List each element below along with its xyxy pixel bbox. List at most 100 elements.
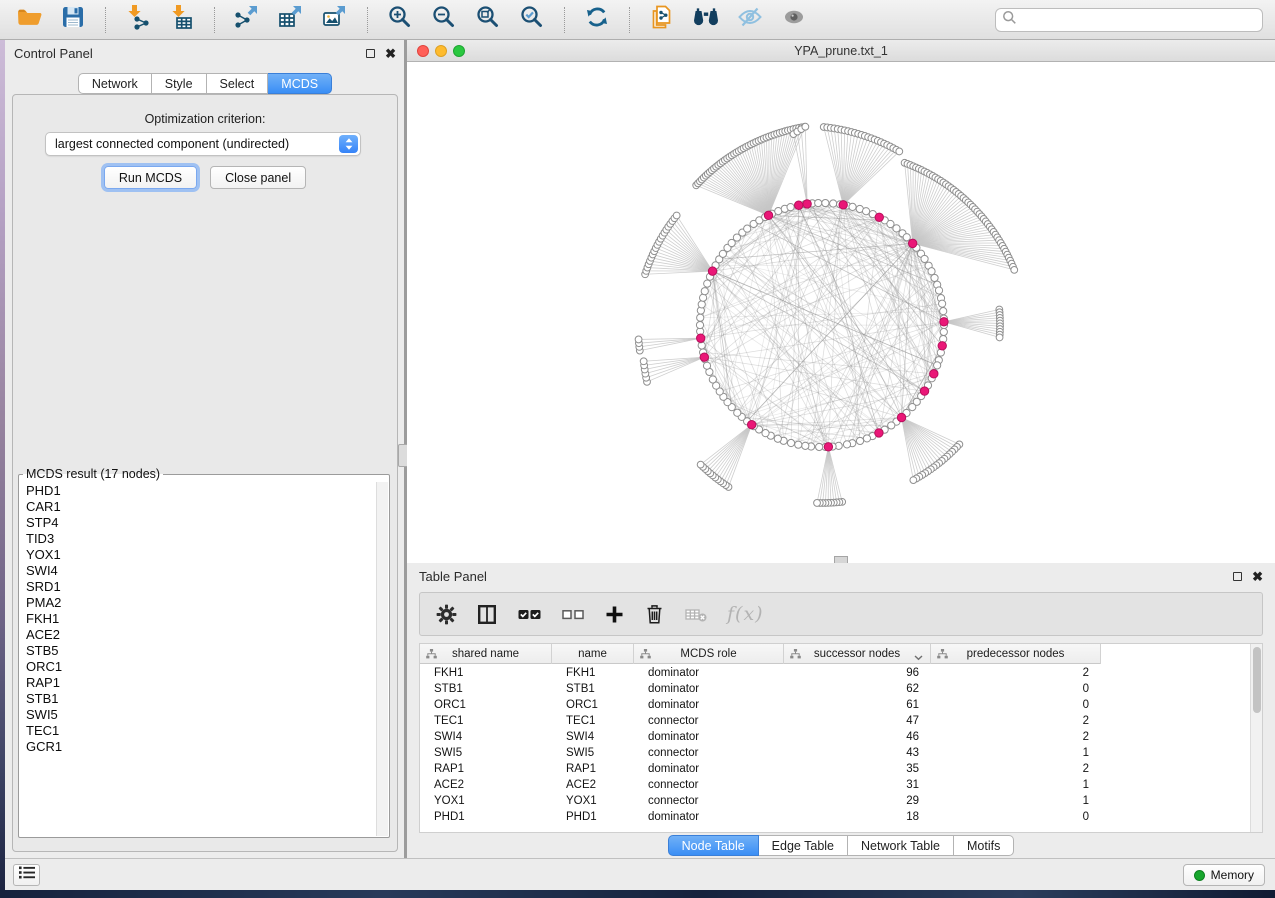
column-header-predecessor-nodes[interactable]: predecessor nodes xyxy=(931,644,1101,664)
refresh-button[interactable] xyxy=(580,4,614,36)
table-settings-button[interactable] xyxy=(436,604,457,625)
table-row[interactable]: FKH1FKH1dominator962 xyxy=(420,665,1250,681)
network-node[interactable] xyxy=(935,287,942,294)
network-node[interactable] xyxy=(703,362,710,369)
mcds-result-item[interactable]: FKH1 xyxy=(20,611,376,627)
mcds-result-item[interactable]: STP4 xyxy=(20,515,376,531)
network-node-dominator[interactable] xyxy=(747,420,755,428)
network-node-dominator[interactable] xyxy=(708,267,716,275)
network-node[interactable] xyxy=(909,403,916,410)
float-panel-icon[interactable] xyxy=(1233,572,1242,581)
search-input[interactable] xyxy=(1021,13,1256,27)
mcds-result-item[interactable]: ACE2 xyxy=(20,627,376,643)
mcds-result-item[interactable]: RAP1 xyxy=(20,675,376,691)
network-node[interactable] xyxy=(696,321,703,328)
column-header-MCDS-role[interactable]: MCDS role xyxy=(634,644,784,664)
network-node[interactable] xyxy=(762,430,769,437)
network-node-dominator[interactable] xyxy=(875,429,883,437)
mcds-result-item[interactable]: CAR1 xyxy=(20,499,376,515)
network-node[interactable] xyxy=(939,300,946,307)
zoom-in-button[interactable] xyxy=(383,4,417,36)
open-button[interactable] xyxy=(12,4,46,36)
table-row[interactable]: PHD1PHD1dominator180 xyxy=(420,809,1250,825)
network-node[interactable] xyxy=(822,199,829,206)
import-network-button[interactable] xyxy=(121,4,155,36)
table-row[interactable]: RAP1RAP1dominator352 xyxy=(420,761,1250,777)
zoom-fit-button[interactable] xyxy=(471,4,505,36)
network-node-dominator[interactable] xyxy=(795,201,803,209)
close-window-icon[interactable] xyxy=(417,45,429,57)
network-canvas[interactable] xyxy=(407,62,1275,563)
network-node[interactable] xyxy=(896,148,903,155)
table-row[interactable]: ORC1ORC1dominator610 xyxy=(420,697,1250,713)
column-header-name[interactable]: name xyxy=(552,644,634,664)
network-node[interactable] xyxy=(849,203,856,210)
network-node[interactable] xyxy=(940,308,947,315)
task-history-button[interactable] xyxy=(13,864,40,886)
tab-network[interactable]: Network xyxy=(78,73,152,94)
network-node[interactable] xyxy=(697,461,704,468)
network-node-dominator[interactable] xyxy=(940,318,948,326)
delete-column-button[interactable] xyxy=(644,604,665,625)
mcds-result-item[interactable]: TEC1 xyxy=(20,723,376,739)
maximize-window-icon[interactable] xyxy=(453,45,465,57)
network-node[interactable] xyxy=(814,500,821,507)
network-node[interactable] xyxy=(787,204,794,211)
function-builder-button[interactable]: f(x) xyxy=(727,603,764,625)
network-node[interactable] xyxy=(893,225,900,232)
mcds-list-scrollbar[interactable] xyxy=(376,482,388,836)
mcds-result-item[interactable]: SRD1 xyxy=(20,579,376,595)
mcds-result-item[interactable]: TID3 xyxy=(20,531,376,547)
add-column-button[interactable] xyxy=(604,604,625,625)
network-graph[interactable] xyxy=(407,62,1275,563)
mcds-result-item[interactable]: PHD1 xyxy=(20,483,376,499)
export-image-button[interactable] xyxy=(318,4,352,36)
network-node-dominator[interactable] xyxy=(824,443,832,451)
tab-network-table[interactable]: Network Table xyxy=(848,835,954,856)
table-scrollbar[interactable] xyxy=(1250,644,1262,832)
table-row[interactable]: STB1STB1dominator620 xyxy=(420,681,1250,697)
network-node[interactable] xyxy=(787,439,794,446)
mcds-result-item[interactable]: STB5 xyxy=(20,643,376,659)
network-node[interactable] xyxy=(640,358,647,365)
network-node[interactable] xyxy=(996,334,1003,341)
tab-mcds[interactable]: MCDS xyxy=(268,73,332,94)
close-panel-button[interactable]: Close panel xyxy=(210,166,306,189)
memory-button[interactable]: Memory xyxy=(1183,864,1265,886)
zoom-selected-button[interactable] xyxy=(515,4,549,36)
network-node[interactable] xyxy=(910,477,917,484)
network-node[interactable] xyxy=(816,443,823,450)
network-node[interactable] xyxy=(635,336,642,343)
tab-edge-table[interactable]: Edge Table xyxy=(759,835,848,856)
network-node[interactable] xyxy=(931,274,938,281)
table-row[interactable]: SWI4SWI4dominator462 xyxy=(420,729,1250,745)
network-node-dominator[interactable] xyxy=(875,213,883,221)
save-button[interactable] xyxy=(56,4,90,36)
network-node-dominator[interactable] xyxy=(897,413,905,421)
network-node-dominator[interactable] xyxy=(938,342,946,350)
network-node[interactable] xyxy=(734,409,741,416)
network-node-dominator[interactable] xyxy=(697,334,705,342)
network-node[interactable] xyxy=(802,442,809,449)
float-panel-icon[interactable] xyxy=(366,49,375,58)
close-panel-icon[interactable]: ✖ xyxy=(1252,570,1263,583)
mcds-result-item[interactable]: YOX1 xyxy=(20,547,376,563)
network-node-dominator[interactable] xyxy=(803,200,811,208)
table-row[interactable]: ACE2ACE2connector311 xyxy=(420,777,1250,793)
mcds-result-item[interactable]: ORC1 xyxy=(20,659,376,675)
network-node[interactable] xyxy=(934,362,941,369)
mcds-result-item[interactable]: SWI4 xyxy=(20,563,376,579)
import-table-button[interactable] xyxy=(165,4,199,36)
network-node-dominator[interactable] xyxy=(920,387,928,395)
export-network-button[interactable] xyxy=(230,4,264,36)
network-node-dominator[interactable] xyxy=(930,370,938,378)
network-node[interactable] xyxy=(863,435,870,442)
minimize-window-icon[interactable] xyxy=(435,45,447,57)
network-node[interactable] xyxy=(698,301,705,308)
mcds-result-item[interactable]: SWI5 xyxy=(20,707,376,723)
network-node[interactable] xyxy=(697,314,704,321)
network-node[interactable] xyxy=(673,212,680,219)
network-node[interactable] xyxy=(704,280,711,287)
network-node[interactable] xyxy=(928,268,935,275)
show-columns-button[interactable] xyxy=(476,604,498,625)
